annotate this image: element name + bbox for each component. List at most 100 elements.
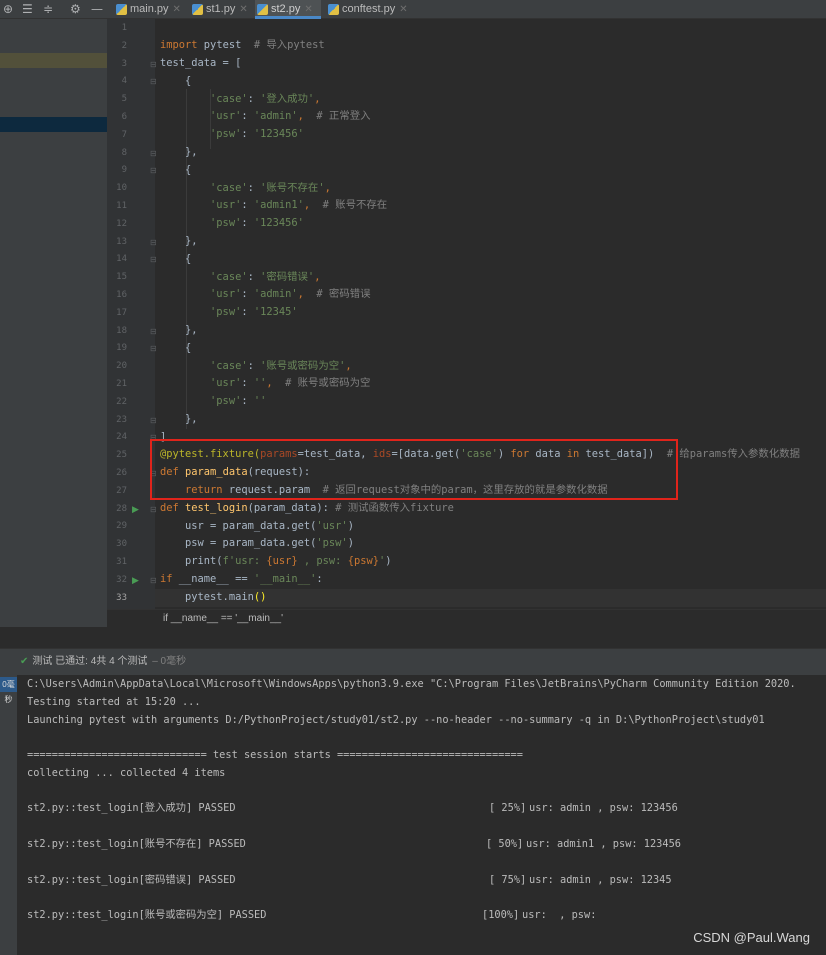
console-line-started: Testing started at 15:20 ... — [27, 696, 201, 708]
watermark: CSDN @Paul.Wang — [693, 930, 810, 945]
line-number[interactable]: 20 — [107, 358, 127, 376]
project-panel[interactable] — [0, 19, 107, 627]
line-number[interactable]: 16 — [107, 287, 127, 305]
line-number[interactable]: 18 — [107, 323, 127, 341]
fold-marker-icon[interactable]: ⊟ — [150, 162, 157, 180]
line-number[interactable]: 28 — [107, 501, 127, 519]
code-line-15: 'case': '密码错误', — [210, 271, 321, 283]
collapse-all-icon[interactable]: ☰ — [22, 1, 33, 17]
line-number[interactable]: 25 — [107, 447, 127, 465]
line-number[interactable]: 30 — [107, 536, 127, 554]
close-icon[interactable]: ✕ — [239, 4, 247, 15]
line-number[interactable]: 26 — [107, 465, 127, 483]
line-number[interactable]: 24 — [107, 429, 127, 447]
code-line-3: test_data = [ — [160, 57, 242, 69]
line-number[interactable]: 17 — [107, 305, 127, 323]
fold-marker-icon[interactable]: ⊟ — [150, 145, 157, 163]
breadcrumb-label[interactable]: if __name__ == '__main__' — [163, 613, 283, 624]
line-number[interactable]: 12 — [107, 216, 127, 234]
run-gutter-icon[interactable]: ▶ — [132, 501, 139, 519]
fold-marker-icon[interactable]: ⊟ — [150, 56, 157, 74]
code-line-30: psw = param_data.get('psw') — [160, 537, 354, 549]
code-line-5: 'case': '登入成功', — [210, 93, 321, 105]
code-line-11: 'usr': 'admin1', # 账号不存在 — [210, 199, 388, 211]
test-result-name: st2.py::test_login[密码错误] PASSED — [27, 874, 236, 886]
close-icon[interactable]: ✕ — [173, 4, 181, 15]
code-line-9: { — [160, 164, 192, 176]
code-line-20: 'case': '账号或密码为空', — [210, 360, 352, 372]
gutter[interactable]: 1 2 3 ⊟ 4 ⊟ 5 6 7 8 ⊟ 9 ⊟ 10 11 12 13 ⊟ 14 ⊟ 15 16 17 18 ⊟ 19 ⊟ 20 2… — [107, 19, 157, 627]
line-number[interactable]: 32 — [107, 572, 127, 590]
test-result-percent: [ 75%] — [489, 874, 527, 886]
fold-marker-icon[interactable]: ⊟ — [150, 234, 157, 252]
code-editor[interactable]: 1 2 3 ⊟ 4 ⊟ 5 6 7 8 ⊟ 9 ⊟ 10 11 12 13 ⊟ 14 ⊟ 15 16 17 18 ⊟ 19 ⊟ 20 2… — [107, 19, 826, 627]
run-tree-item[interactable]: 0毫秒 — [0, 677, 17, 704]
tab-st2-py[interactable]: st2.py ✕ — [255, 0, 321, 19]
line-number[interactable]: 21 — [107, 376, 127, 394]
code-line-33: pytest.main() — [160, 591, 267, 603]
panel-divider[interactable] — [0, 627, 826, 649]
line-number[interactable]: 13 — [107, 234, 127, 252]
fold-marker-icon[interactable]: ⊟ — [150, 251, 157, 269]
close-icon[interactable]: ✕ — [399, 4, 407, 15]
code-line-32: if __name__ == '__main__': — [160, 573, 323, 585]
gear-icon[interactable]: ⚙ — [70, 1, 81, 17]
hide-icon[interactable]: — — [91, 1, 103, 17]
project-tree-selection[interactable] — [0, 117, 107, 132]
line-number[interactable]: 6 — [107, 109, 127, 127]
run-tree-panel[interactable]: 0毫秒 — [0, 675, 17, 955]
python-file-icon — [116, 4, 127, 15]
tab-main-py[interactable]: main.py ✕ — [114, 0, 182, 19]
test-result-name: st2.py::test_login[账号或密码为空] PASSED — [27, 909, 267, 921]
python-file-icon — [192, 4, 203, 15]
run-gutter-icon[interactable]: ▶ — [132, 572, 139, 590]
fold-marker-icon[interactable]: ⊟ — [150, 572, 157, 590]
tab-label: main.py — [130, 3, 169, 15]
code-line-18: }, — [160, 324, 198, 336]
line-number[interactable]: 15 — [107, 269, 127, 287]
run-console[interactable]: C:\Users\Admin\AppData\Local\Microsoft\W… — [17, 675, 826, 955]
expand-all-icon[interactable]: ≑ — [43, 1, 53, 17]
line-number[interactable]: 10 — [107, 180, 127, 198]
test-result-output: usr: , psw: — [522, 909, 597, 921]
line-number[interactable]: 23 — [107, 412, 127, 430]
line-number[interactable]: 3 — [107, 56, 127, 74]
test-result-name: st2.py::test_login[登入成功] PASSED — [27, 802, 236, 814]
line-number[interactable]: 4 — [107, 73, 127, 91]
line-number[interactable]: 8 — [107, 145, 127, 163]
fold-marker-icon[interactable]: ⊟ — [150, 340, 157, 358]
code-line-17: 'psw': '12345' — [210, 306, 298, 318]
line-number[interactable]: 9 — [107, 162, 127, 180]
line-number[interactable]: 11 — [107, 198, 127, 216]
code-line-21: 'usr': '', # 账号或密码为空 — [210, 377, 371, 389]
close-icon[interactable]: ✕ — [304, 4, 312, 15]
line-number[interactable]: 33 — [107, 590, 127, 608]
line-number[interactable]: 2 — [107, 38, 127, 56]
fold-marker-icon[interactable]: ⊟ — [150, 501, 157, 519]
code-line-13: }, — [160, 235, 198, 247]
fold-marker-icon[interactable]: ⊟ — [150, 73, 157, 91]
line-number[interactable]: 31 — [107, 554, 127, 572]
test-status-text: 测试 已通过: 4共 4 个测试 — [32, 656, 148, 667]
line-number[interactable]: 27 — [107, 483, 127, 501]
line-number[interactable]: 1 — [107, 20, 127, 38]
line-number[interactable]: 29 — [107, 518, 127, 536]
tab-st1-py[interactable]: st1.py ✕ — [190, 0, 250, 19]
tab-label: st2.py — [271, 3, 301, 15]
code-line-28: def test_login(param_data): # 测试函数传入fixt… — [160, 502, 454, 514]
project-tree-highlight[interactable] — [0, 53, 107, 68]
fold-marker-icon[interactable]: ⊟ — [150, 412, 157, 430]
line-number[interactable]: 7 — [107, 127, 127, 145]
target-icon[interactable]: ⊕ — [3, 1, 13, 17]
tab-conftest-py[interactable]: conftest.py ✕ — [326, 0, 414, 19]
test-result-output: usr: admin1 , psw: 123456 — [526, 838, 681, 850]
breadcrumb[interactable]: if __name__ == '__main__' — [107, 609, 826, 627]
line-number[interactable]: 14 — [107, 251, 127, 269]
fold-marker-icon[interactable]: ⊟ — [150, 323, 157, 341]
tab-label: conftest.py — [342, 3, 396, 15]
line-number[interactable]: 19 — [107, 340, 127, 358]
code-line-29: usr = param_data.get('usr') — [160, 520, 354, 532]
code-line-22: 'psw': '' — [210, 395, 267, 407]
line-number[interactable]: 22 — [107, 394, 127, 412]
line-number[interactable]: 5 — [107, 91, 127, 109]
